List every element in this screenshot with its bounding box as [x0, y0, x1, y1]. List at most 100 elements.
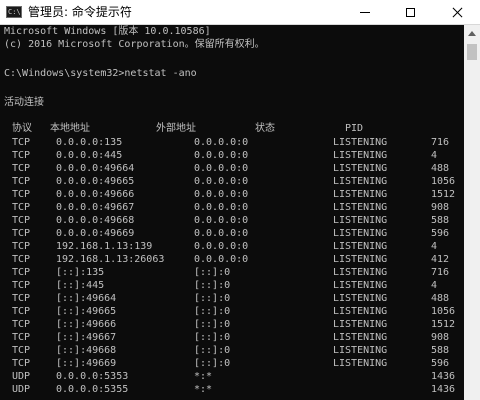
scroll-up-arrow-icon[interactable] [464, 25, 480, 42]
state-cell: LISTENING [333, 345, 388, 356]
proto-cell: TCP [12, 306, 31, 317]
pid-cell: 716 [431, 137, 450, 148]
state-cell: LISTENING [333, 254, 388, 265]
header-local-address: 本地地址 [50, 123, 90, 134]
proto-cell: TCP [12, 215, 31, 226]
pid-cell: 908 [431, 332, 450, 343]
copyright-line: (c) 2016 Microsoft Corporation。保留所有权利。 [4, 39, 265, 50]
foreign-address-cell: [::]:0 [194, 332, 231, 343]
pid-cell: 716 [431, 267, 450, 278]
local-address-cell: 0.0.0.0:5355 [56, 384, 129, 395]
pid-cell: 4 [431, 280, 438, 291]
section-title: 活动连接 [4, 97, 44, 108]
proto-cell: TCP [12, 358, 31, 369]
header-pid: PID [345, 123, 364, 134]
command-prompt-window: C:\ 管理员: 命令提示符 Microsoft Windows [版本 10.… [0, 0, 480, 400]
window-title: 管理员: 命令提示符 [28, 5, 132, 19]
pid-cell: 588 [431, 215, 450, 226]
pid-cell: 1436 [431, 371, 456, 382]
proto-cell: TCP [12, 163, 31, 174]
pid-cell: 488 [431, 163, 450, 174]
proto-cell: TCP [12, 241, 31, 252]
foreign-address-cell: 0.0.0.0:0 [194, 150, 249, 161]
pid-cell: 488 [431, 293, 450, 304]
proto-cell: UDP [12, 371, 31, 382]
header-foreign-address: 外部地址 [156, 123, 196, 134]
proto-cell: TCP [12, 137, 31, 148]
pid-cell: 596 [431, 228, 450, 239]
foreign-address-cell: 0.0.0.0:0 [194, 202, 249, 213]
state-cell: LISTENING [333, 228, 388, 239]
foreign-address-cell: [::]:0 [194, 319, 231, 330]
version-line: Microsoft Windows [版本 10.0.10586] [4, 26, 211, 37]
foreign-address-cell: 0.0.0.0:0 [194, 176, 249, 187]
local-address-cell: [::]:49668 [56, 345, 117, 356]
proto-cell: UDP [12, 384, 31, 395]
state-cell: LISTENING [333, 176, 388, 187]
pid-cell: 4 [431, 241, 438, 252]
header-protocol: 协议 [12, 123, 32, 134]
header-state: 状态 [255, 123, 275, 134]
close-button[interactable] [434, 0, 480, 25]
foreign-address-cell: 0.0.0.0:0 [194, 254, 249, 265]
pid-cell: 1056 [431, 176, 456, 187]
foreign-address-cell: [::]:0 [194, 280, 231, 291]
console-output[interactable]: Microsoft Windows [版本 10.0.10586] (c) 20… [0, 25, 464, 400]
pid-cell: 596 [431, 358, 450, 369]
foreign-address-cell: [::]:0 [194, 267, 231, 278]
local-address-cell: 0.0.0.0:49669 [56, 228, 135, 239]
scroll-thumb[interactable] [467, 44, 477, 60]
cmd-icon: C:\ [6, 6, 22, 18]
proto-cell: TCP [12, 176, 31, 187]
local-address-cell: [::]:49669 [56, 358, 117, 369]
state-cell: LISTENING [333, 319, 388, 330]
foreign-address-cell: 0.0.0.0:0 [194, 215, 249, 226]
local-address-cell: 192.168.1.13:139 [56, 241, 153, 252]
minimize-button[interactable] [342, 0, 388, 25]
proto-cell: TCP [12, 319, 31, 330]
pid-cell: 1436 [431, 384, 456, 395]
foreign-address-cell: *:* [194, 371, 213, 382]
state-cell: LISTENING [333, 150, 388, 161]
state-cell: LISTENING [333, 293, 388, 304]
state-cell: LISTENING [333, 358, 388, 369]
pid-cell: 1056 [431, 306, 456, 317]
proto-cell: TCP [12, 150, 31, 161]
pid-cell: 1512 [431, 319, 456, 330]
local-address-cell: 0.0.0.0:49666 [56, 189, 135, 200]
proto-cell: TCP [12, 202, 31, 213]
local-address-cell: [::]:49667 [56, 332, 117, 343]
foreign-address-cell: [::]:0 [194, 345, 231, 356]
command-prompt-line: C:\Windows\system32>netstat -ano [4, 68, 197, 79]
foreign-address-cell: *:* [194, 384, 213, 395]
foreign-address-cell: 0.0.0.0:0 [194, 137, 249, 148]
local-address-cell: 0.0.0.0:5353 [56, 371, 129, 382]
local-address-cell: 0.0.0.0:135 [56, 137, 123, 148]
local-address-cell: [::]:49666 [56, 319, 117, 330]
state-cell: LISTENING [333, 215, 388, 226]
state-cell: LISTENING [333, 280, 388, 291]
proto-cell: TCP [12, 254, 31, 265]
state-cell: LISTENING [333, 163, 388, 174]
pid-cell: 908 [431, 202, 450, 213]
title-bar[interactable]: C:\ 管理员: 命令提示符 [0, 0, 480, 25]
local-address-cell: [::]:49664 [56, 293, 117, 304]
foreign-address-cell: [::]:0 [194, 358, 231, 369]
vertical-scrollbar[interactable] [464, 25, 480, 400]
foreign-address-cell: 0.0.0.0:0 [194, 163, 249, 174]
foreign-address-cell: 0.0.0.0:0 [194, 228, 249, 239]
foreign-address-cell: [::]:0 [194, 306, 231, 317]
proto-cell: TCP [12, 189, 31, 200]
local-address-cell: 0.0.0.0:445 [56, 150, 123, 161]
state-cell: LISTENING [333, 332, 388, 343]
local-address-cell: [::]:135 [56, 267, 105, 278]
pid-cell: 588 [431, 345, 450, 356]
pid-cell: 412 [431, 254, 450, 265]
foreign-address-cell: 0.0.0.0:0 [194, 189, 249, 200]
state-cell: LISTENING [333, 137, 388, 148]
maximize-button[interactable] [388, 0, 434, 25]
proto-cell: TCP [12, 332, 31, 343]
local-address-cell: 0.0.0.0:49664 [56, 163, 135, 174]
proto-cell: TCP [12, 345, 31, 356]
proto-cell: TCP [12, 228, 31, 239]
